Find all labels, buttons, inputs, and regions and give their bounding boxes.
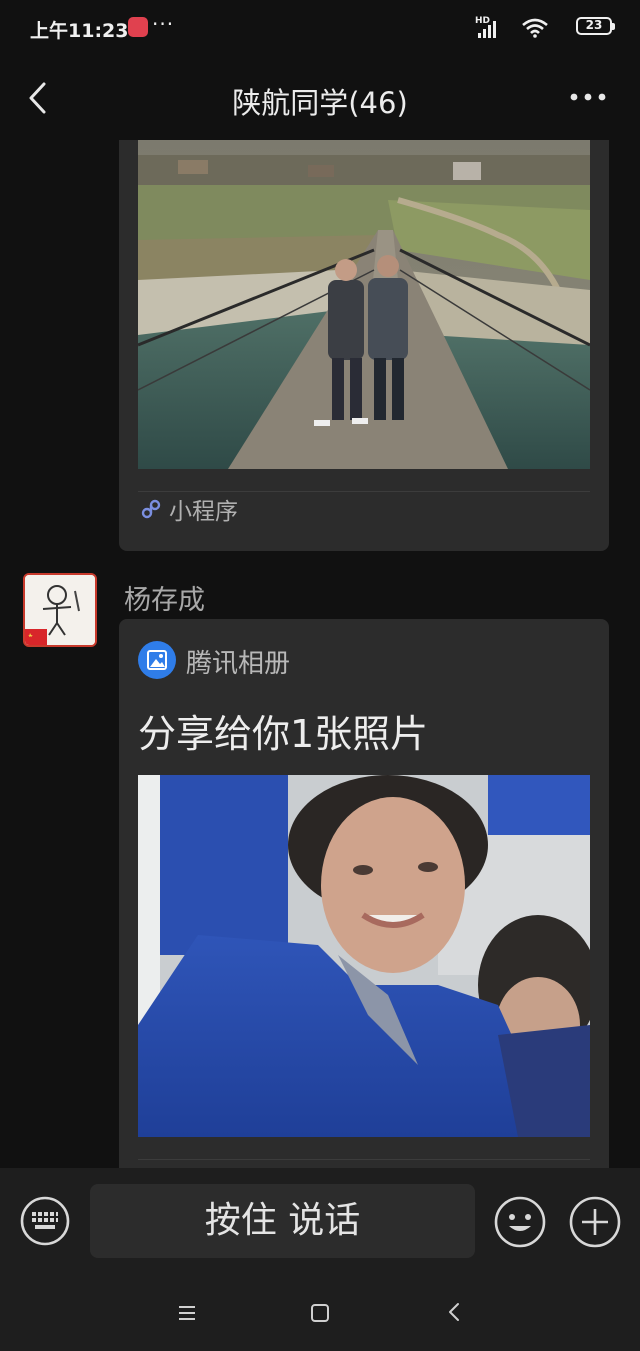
plus-icon[interactable] [569, 1196, 621, 1248]
battery-icon: 23 [576, 17, 615, 35]
back-icon[interactable] [446, 1301, 462, 1323]
chat-message-list[interactable]: 小程序 杨存成 腾讯相册 分享给你1张照片 [0, 140, 640, 1168]
chat-title: 陕航同学(46) [232, 86, 408, 120]
chat-input-bar: 按住 说话 [0, 1168, 640, 1278]
mini-program-card[interactable]: 小程序 [119, 140, 609, 551]
sender-name: 杨存成 [124, 585, 205, 616]
card-divider-2 [138, 1159, 590, 1160]
album-share-card[interactable]: 腾讯相册 分享给你1张照片 [119, 619, 609, 1168]
menu-icon[interactable] [177, 1304, 197, 1322]
signal-icon [478, 21, 496, 38]
more-options-icon[interactable] [570, 92, 606, 102]
wifi-icon [522, 18, 548, 38]
home-icon[interactable] [310, 1303, 330, 1323]
sender-avatar[interactable] [23, 573, 97, 647]
status-bar: 上午11:23 ··· HD 23 [0, 0, 640, 56]
battery-level: 23 [585, 18, 603, 32]
photo-man-in-blue-jacket[interactable] [138, 775, 590, 1137]
more-notifications-indicator: ··· [152, 12, 175, 36]
chat-header: 陕航同学(46) [0, 56, 640, 140]
hold-to-talk-button[interactable]: 按住 说话 [90, 1184, 475, 1258]
photo-two-men-on-suspension-bridge[interactable] [138, 140, 590, 469]
mini-program-label: 小程序 [169, 499, 238, 525]
system-navigation-bar [0, 1278, 640, 1351]
emoji-icon[interactable] [494, 1196, 546, 1248]
share-title: 分享给你1张照片 [138, 712, 429, 756]
cartoon-avatar-with-flag [25, 575, 95, 645]
wechat-group-chat-screen: 上午11:23 ··· HD 23 陕航同学(46) 小程序 杨存成 腾讯相册 … [0, 0, 640, 1351]
mini-program-icon [141, 499, 161, 519]
album-source-label: 腾讯相册 [186, 649, 291, 679]
keyboard-icon[interactable] [20, 1196, 70, 1246]
photo-album-icon [138, 641, 176, 679]
app-notification-icon [128, 17, 148, 37]
status-time: 上午11:23 [30, 20, 129, 42]
